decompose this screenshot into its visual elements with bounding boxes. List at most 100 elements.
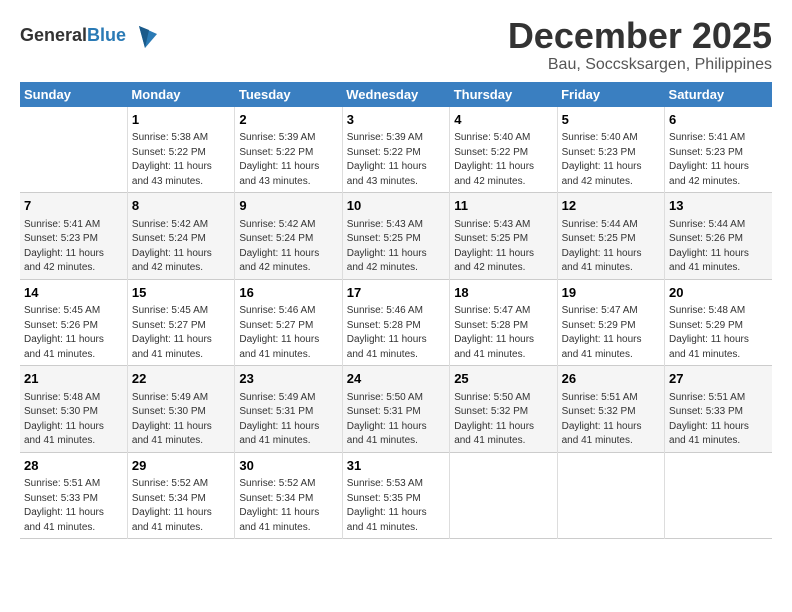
day-info: Sunrise: 5:48 AM Sunset: 5:30 PM Dayligh… <box>24 392 104 447</box>
logo-icon <box>129 20 161 52</box>
day-header-saturday: Saturday <box>665 82 772 107</box>
day-number: 17 <box>347 284 445 302</box>
calendar-cell: 8Sunrise: 5:42 AM Sunset: 5:24 PM Daylig… <box>127 193 234 280</box>
day-number: 15 <box>132 284 230 302</box>
calendar-cell: 1 Sunrise: 5:38 AM Sunset: 5:22 PM Daylig… <box>127 107 234 193</box>
day-number: 24 <box>347 370 445 388</box>
calendar-cell: 27 Sunrise: 5:51 AM Sunset: 5:33 PM Dayli… <box>665 366 772 453</box>
calendar-cell: 24 Sunrise: 5:50 AM Sunset: 5:31 PM Dayli… <box>342 366 449 453</box>
calendar-subtitle: Bau, Soccsksargen, Philippines <box>508 56 772 74</box>
day-info: Sunrise: 5:46 AM Sunset: 5:27 PM Dayligh… <box>239 305 319 360</box>
calendar-cell: 15 Sunrise: 5:45 AM Sunset: 5:27 PM Dayli… <box>127 279 234 366</box>
calendar-cell: 29Sunrise: 5:52 AM Sunset: 5:34 PM Dayli… <box>127 452 234 539</box>
calendar-cell: 9 Sunrise: 5:42 AM Sunset: 5:24 PM Daylig… <box>235 193 342 280</box>
day-number: 11 <box>454 197 552 215</box>
calendar-cell: 22 Sunrise: 5:49 AM Sunset: 5:30 PM Dayli… <box>127 366 234 453</box>
day-number: 27 <box>669 370 768 388</box>
calendar-cell <box>557 452 664 539</box>
day-number: 8 <box>132 197 230 215</box>
day-number: 19 <box>562 284 660 302</box>
day-number: 1 <box>132 111 230 129</box>
day-info: Sunrise: 5:44 AM Sunset: 5:25 PM Dayligh… <box>562 219 642 274</box>
calendar-cell: 3 Sunrise: 5:39 AM Sunset: 5:22 PM Daylig… <box>342 107 449 193</box>
day-info: Sunrise: 5:50 AM Sunset: 5:32 PM Dayligh… <box>454 392 534 447</box>
calendar-header: GeneralBlue December 2025 Bau, Soccsksar… <box>20 16 772 74</box>
calendar-cell <box>665 452 772 539</box>
day-number: 13 <box>669 197 768 215</box>
day-number: 9 <box>239 197 337 215</box>
day-info: Sunrise: 5:40 AM Sunset: 5:23 PM Dayligh… <box>562 132 642 187</box>
day-header-wednesday: Wednesday <box>342 82 449 107</box>
day-number: 6 <box>669 111 768 129</box>
day-number: 25 <box>454 370 552 388</box>
day-header-friday: Friday <box>557 82 664 107</box>
calendar-cell: 13Sunrise: 5:44 AM Sunset: 5:26 PM Dayli… <box>665 193 772 280</box>
day-number: 29 <box>132 457 230 475</box>
day-info: Sunrise: 5:53 AM Sunset: 5:35 PM Dayligh… <box>347 478 427 533</box>
day-info: Sunrise: 5:51 AM Sunset: 5:33 PM Dayligh… <box>669 392 749 447</box>
week-row-1: 1 Sunrise: 5:38 AM Sunset: 5:22 PM Daylig… <box>20 107 772 193</box>
day-number: 4 <box>454 111 552 129</box>
day-info: Sunrise: 5:43 AM Sunset: 5:25 PM Dayligh… <box>347 219 427 274</box>
logo-general: GeneralBlue <box>20 26 126 46</box>
days-header-row: SundayMondayTuesdayWednesdayThursdayFrid… <box>20 82 772 107</box>
calendar-cell: 7 Sunrise: 5:41 AM Sunset: 5:23 PM Daylig… <box>20 193 127 280</box>
calendar-cell: 28 Sunrise: 5:51 AM Sunset: 5:33 PM Dayli… <box>20 452 127 539</box>
calendar-title: December 2025 <box>508 16 772 56</box>
calendar-cell: 6 Sunrise: 5:41 AM Sunset: 5:23 PM Daylig… <box>665 107 772 193</box>
calendar-cell: 16 Sunrise: 5:46 AM Sunset: 5:27 PM Dayli… <box>235 279 342 366</box>
day-info: Sunrise: 5:47 AM Sunset: 5:28 PM Dayligh… <box>454 305 534 360</box>
calendar-cell: 17 Sunrise: 5:46 AM Sunset: 5:28 PM Dayli… <box>342 279 449 366</box>
calendar-cell: 11 Sunrise: 5:43 AM Sunset: 5:25 PM Dayli… <box>450 193 557 280</box>
day-number: 14 <box>24 284 123 302</box>
day-info: Sunrise: 5:46 AM Sunset: 5:28 PM Dayligh… <box>347 305 427 360</box>
day-number: 12 <box>562 197 660 215</box>
day-number: 28 <box>24 457 123 475</box>
day-number: 7 <box>24 197 123 215</box>
calendar-cell: 30Sunrise: 5:52 AM Sunset: 5:34 PM Dayli… <box>235 452 342 539</box>
day-header-monday: Monday <box>127 82 234 107</box>
day-info: Sunrise: 5:41 AM Sunset: 5:23 PM Dayligh… <box>24 219 104 274</box>
day-info: Sunrise: 5:51 AM Sunset: 5:33 PM Dayligh… <box>24 478 104 533</box>
day-number: 3 <box>347 111 445 129</box>
day-info: Sunrise: 5:39 AM Sunset: 5:22 PM Dayligh… <box>347 132 427 187</box>
day-info: Sunrise: 5:39 AM Sunset: 5:22 PM Dayligh… <box>239 132 319 187</box>
logo: GeneralBlue <box>20 20 161 52</box>
calendar-cell: 31 Sunrise: 5:53 AM Sunset: 5:35 PM Dayli… <box>342 452 449 539</box>
day-info: Sunrise: 5:38 AM Sunset: 5:22 PM Dayligh… <box>132 132 212 187</box>
day-info: Sunrise: 5:50 AM Sunset: 5:31 PM Dayligh… <box>347 392 427 447</box>
day-number: 16 <box>239 284 337 302</box>
day-number: 30 <box>239 457 337 475</box>
day-info: Sunrise: 5:48 AM Sunset: 5:29 PM Dayligh… <box>669 305 749 360</box>
day-info: Sunrise: 5:49 AM Sunset: 5:30 PM Dayligh… <box>132 392 212 447</box>
day-info: Sunrise: 5:47 AM Sunset: 5:29 PM Dayligh… <box>562 305 642 360</box>
week-row-3: 14 Sunrise: 5:45 AM Sunset: 5:26 PM Dayli… <box>20 279 772 366</box>
calendar-cell <box>450 452 557 539</box>
day-number: 31 <box>347 457 445 475</box>
day-number: 21 <box>24 370 123 388</box>
calendar-cell: 18 Sunrise: 5:47 AM Sunset: 5:28 PM Dayli… <box>450 279 557 366</box>
calendar-cell: 14 Sunrise: 5:45 AM Sunset: 5:26 PM Dayli… <box>20 279 127 366</box>
calendar-cell: 2 Sunrise: 5:39 AM Sunset: 5:22 PM Daylig… <box>235 107 342 193</box>
calendar-cell: 21 Sunrise: 5:48 AM Sunset: 5:30 PM Dayli… <box>20 366 127 453</box>
calendar-cell: 4 Sunrise: 5:40 AM Sunset: 5:22 PM Daylig… <box>450 107 557 193</box>
week-row-2: 7 Sunrise: 5:41 AM Sunset: 5:23 PM Daylig… <box>20 193 772 280</box>
calendar-table: SundayMondayTuesdayWednesdayThursdayFrid… <box>20 82 772 540</box>
title-block: December 2025 Bau, Soccsksargen, Philipp… <box>508 16 772 74</box>
day-number: 18 <box>454 284 552 302</box>
day-info: Sunrise: 5:42 AM Sunset: 5:24 PM Dayligh… <box>239 219 319 274</box>
day-number: 22 <box>132 370 230 388</box>
day-info: Sunrise: 5:40 AM Sunset: 5:22 PM Dayligh… <box>454 132 534 187</box>
day-info: Sunrise: 5:45 AM Sunset: 5:26 PM Dayligh… <box>24 305 104 360</box>
day-header-tuesday: Tuesday <box>235 82 342 107</box>
day-number: 2 <box>239 111 337 129</box>
day-info: Sunrise: 5:49 AM Sunset: 5:31 PM Dayligh… <box>239 392 319 447</box>
calendar-cell <box>20 107 127 193</box>
day-info: Sunrise: 5:41 AM Sunset: 5:23 PM Dayligh… <box>669 132 749 187</box>
calendar-page: GeneralBlue December 2025 Bau, Soccsksar… <box>0 0 792 612</box>
day-info: Sunrise: 5:43 AM Sunset: 5:25 PM Dayligh… <box>454 219 534 274</box>
day-info: Sunrise: 5:45 AM Sunset: 5:27 PM Dayligh… <box>132 305 212 360</box>
day-number: 26 <box>562 370 660 388</box>
day-header-thursday: Thursday <box>450 82 557 107</box>
day-number: 10 <box>347 197 445 215</box>
